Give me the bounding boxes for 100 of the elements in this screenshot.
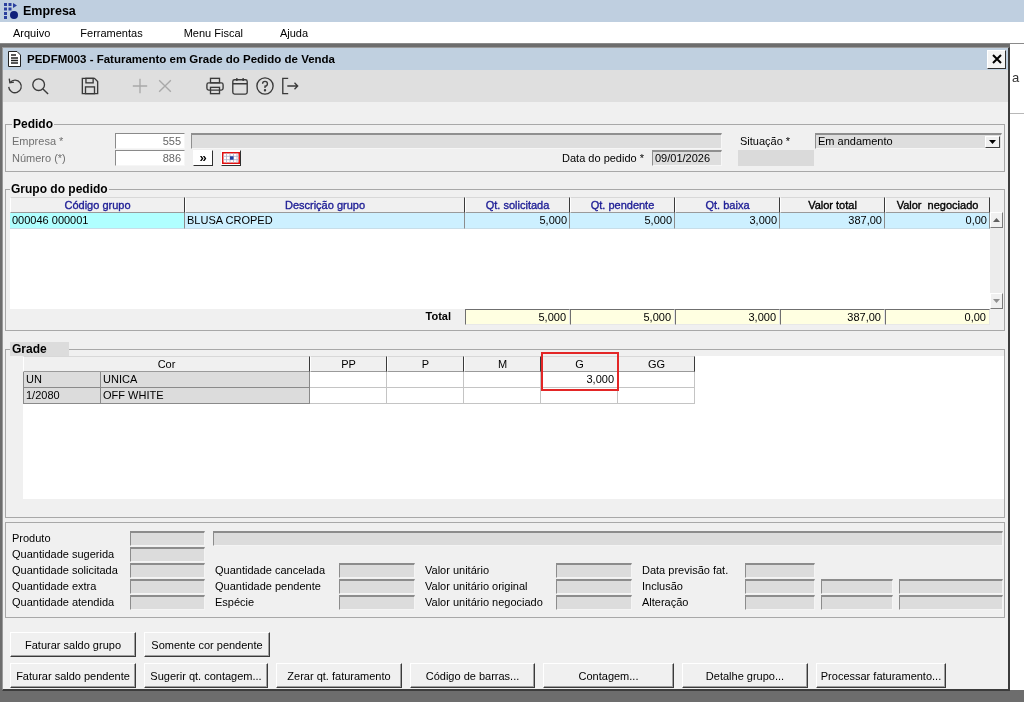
close-icon [991, 54, 1002, 64]
grid-icon [222, 152, 240, 164]
help-icon [256, 77, 274, 95]
undo-icon [6, 77, 24, 95]
grid-button[interactable] [221, 150, 241, 166]
quantity-field[interactable] [387, 388, 464, 404]
calendar-icon [231, 77, 249, 95]
field-label: Número (*) [12, 151, 67, 166]
quantity-field[interactable]: 3,000 [541, 372, 618, 388]
printer-icon [206, 77, 224, 95]
table-cell: UN [23, 372, 101, 388]
close-button[interactable] [987, 49, 1006, 69]
search-button[interactable] [29, 75, 51, 97]
table-cell: 000046 000001 [10, 213, 185, 229]
column-header[interactable]: Qt. solicitada [465, 197, 570, 213]
column-header[interactable]: Cor [23, 356, 310, 372]
menu-item[interactable]: Menu Fiscal [182, 26, 244, 39]
table-cell: 1/2080 [23, 388, 101, 404]
quantity-field[interactable] [310, 372, 387, 388]
column-header[interactable]: GG [618, 356, 695, 372]
action-button[interactable]: Sugerir qt. contagem... [144, 663, 268, 688]
field-label: Valor unitário original [425, 579, 529, 594]
table-cell: 387,00 [780, 213, 885, 229]
menu-item[interactable]: Ferramentas [79, 26, 144, 39]
help-button[interactable] [254, 75, 276, 97]
field-label: Quantidade atendida [12, 595, 116, 610]
action-button[interactable]: Código de barras... [410, 663, 535, 688]
total-cell: 5,000 [465, 309, 570, 325]
quantity-field[interactable] [464, 388, 541, 404]
exit-icon [281, 77, 299, 95]
readonly-field [821, 579, 893, 594]
readonly-field [745, 563, 815, 578]
table-cell: OFF WHITE [101, 388, 310, 404]
quantity-field[interactable] [387, 372, 464, 388]
column-header[interactable]: P [387, 356, 464, 372]
menu-item[interactable]: Arquivo [12, 26, 52, 39]
field-label: Quantidade extra [12, 579, 98, 594]
field-label: Alteração [642, 595, 690, 610]
print-button[interactable] [204, 75, 226, 97]
calendar-button[interactable] [229, 75, 251, 97]
status-dropdown[interactable]: Em andamento [815, 133, 1002, 149]
readonly-field [745, 595, 815, 610]
window-title: PEDFM003 - Faturamento em Grade do Pedido de Venda [27, 53, 336, 65]
action-button[interactable]: Somente cor pendente [144, 632, 270, 657]
table-cell: UNICA [101, 372, 310, 388]
total-cell: 5,000 [570, 309, 675, 325]
field-label: Quantidade pendente [215, 579, 322, 594]
scroll-down-icon [993, 299, 1000, 303]
quantity-field[interactable] [618, 388, 695, 404]
save-button[interactable] [79, 75, 101, 97]
action-button[interactable]: Faturar saldo pendente [10, 663, 136, 688]
next-button[interactable]: » [193, 150, 213, 166]
quantity-field[interactable] [310, 388, 387, 404]
scrollbar[interactable] [990, 212, 1003, 309]
app-title: Empresa [23, 4, 76, 18]
total-cell: 387,00 [780, 309, 885, 325]
table-cell: 5,000 [570, 213, 675, 229]
group-title: Pedido [12, 117, 54, 131]
action-button[interactable]: Contagem... [543, 663, 674, 688]
plus-icon [131, 77, 149, 95]
readonly-field [821, 595, 893, 610]
quantity-field[interactable] [618, 372, 695, 388]
action-button[interactable]: Detalhe grupo... [682, 663, 808, 688]
field-label: Inclusão [642, 579, 684, 594]
column-header[interactable]: Qt. pendente [570, 197, 675, 213]
field-label: Quantidade sugerida [12, 547, 116, 562]
field-label: Quantidade solicitada [12, 563, 119, 578]
column-header[interactable]: Descrição grupo [185, 197, 465, 213]
exit-button[interactable] [279, 75, 301, 97]
column-header[interactable]: PP [310, 356, 387, 372]
column-header[interactable]: M [464, 356, 541, 372]
document-icon [8, 51, 21, 67]
action-button[interactable]: Faturar saldo grupo [10, 632, 136, 657]
total-cell: 3,000 [675, 309, 780, 325]
table-row[interactable]: 000046 000001 BLUSA CROPED 5,000 5,000 3,000 387,00 0,00 [10, 213, 990, 229]
cross-icon [156, 77, 174, 95]
field-label: Situação * [740, 134, 792, 149]
field-label: Data do pedido * [562, 151, 644, 166]
column-header[interactable]: Código grupo [10, 197, 185, 213]
caret-icon [989, 139, 996, 144]
table-cell: 3,000 [675, 213, 780, 229]
column-header[interactable]: G [541, 356, 618, 372]
quantity-field[interactable] [464, 372, 541, 388]
table-cell: 5,000 [465, 213, 570, 229]
readonly-field [745, 579, 815, 594]
window-text: a [1011, 71, 1021, 85]
group-title: Grade [10, 342, 69, 356]
action-button[interactable]: Processar faturamento... [816, 663, 946, 688]
field-label: Empresa * [12, 134, 65, 149]
column-header[interactable]: Valor total [780, 197, 885, 213]
date-field: 09/01/2026 [652, 150, 722, 166]
column-header[interactable]: Qt. baixa [675, 197, 780, 213]
table-cell: BLUSA CROPED [185, 213, 465, 229]
action-button[interactable]: Zerar qt. faturamento [276, 663, 402, 688]
field-label: Data previsão fat. [642, 563, 730, 578]
field-label: Valor unitário negociado [425, 595, 544, 610]
group-title: Grupo do pedido [10, 182, 109, 196]
column-header[interactable]: Valor negociado [885, 197, 990, 213]
scroll-up-icon [993, 218, 1000, 222]
menu-item[interactable]: Ajuda [278, 26, 310, 39]
